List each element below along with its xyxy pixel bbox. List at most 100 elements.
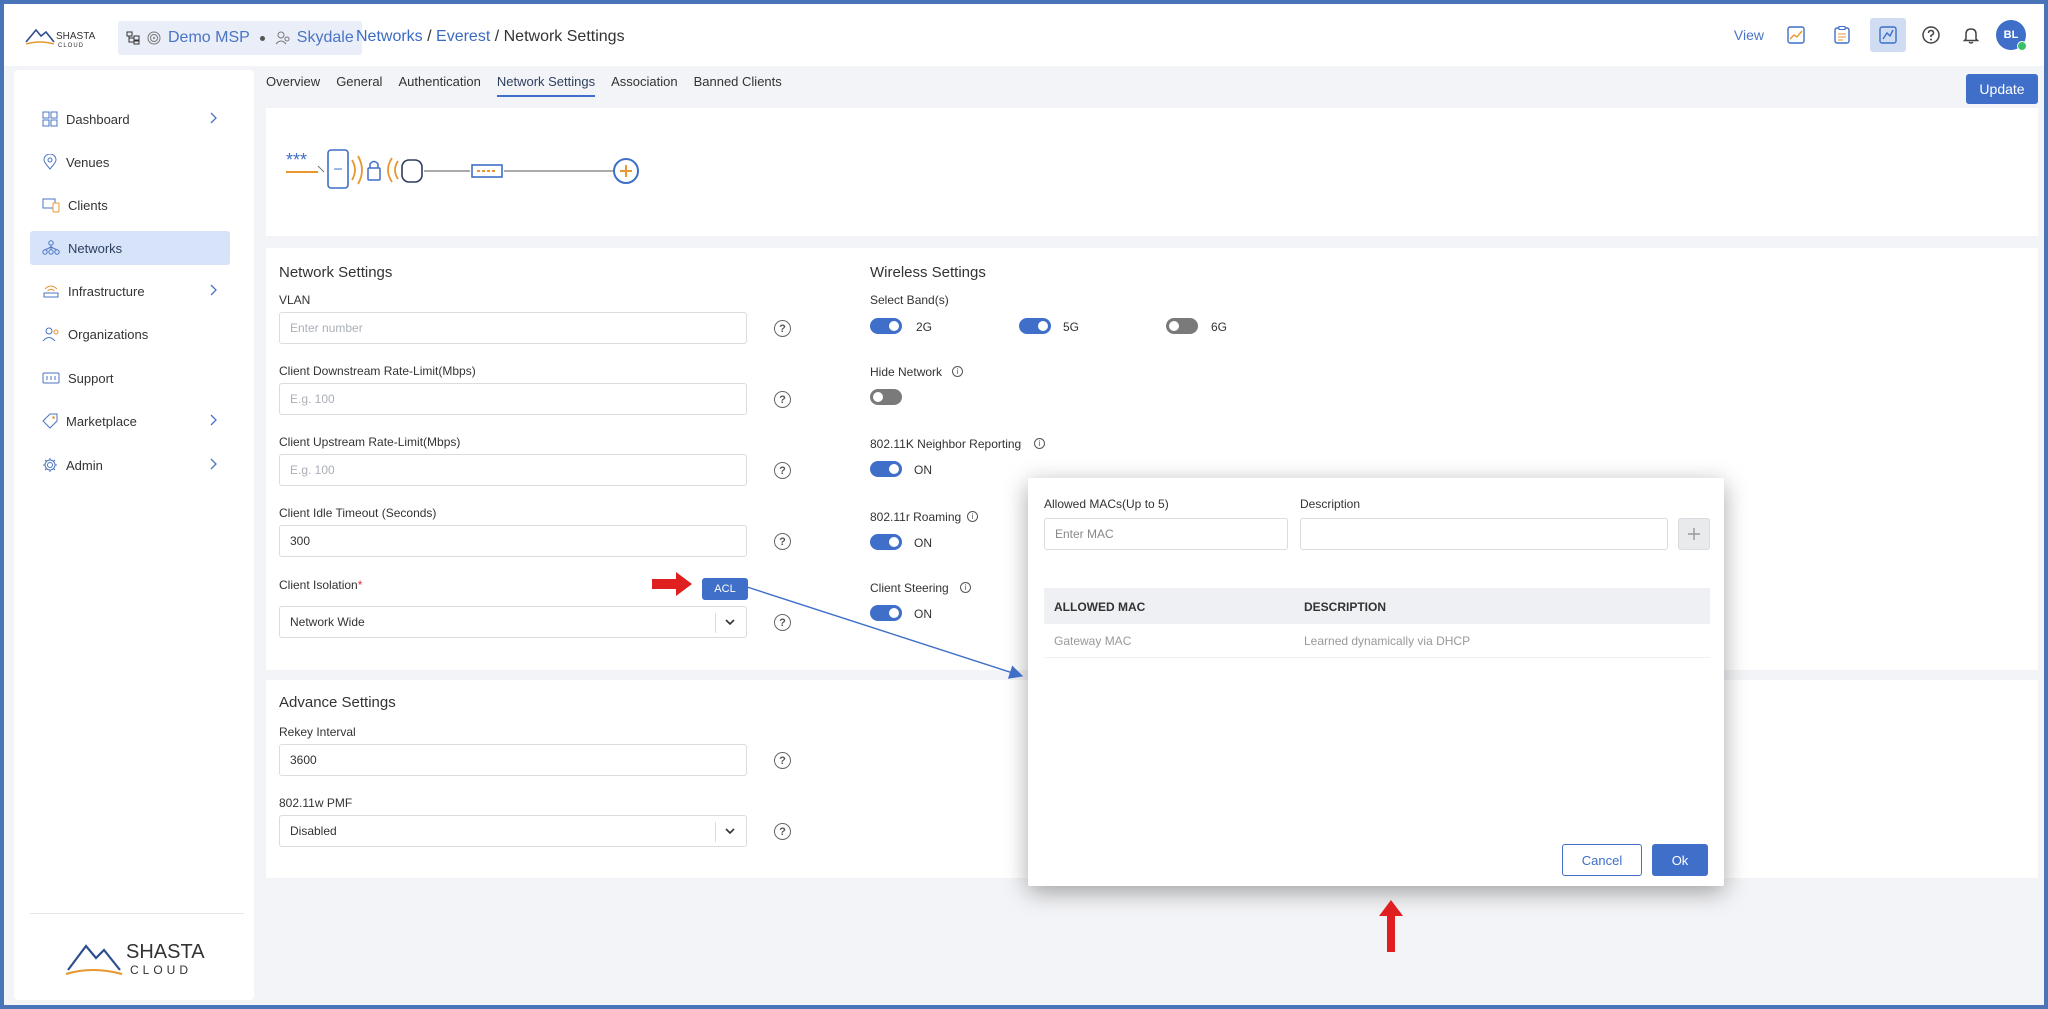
sidebar-item-support[interactable]: Support xyxy=(30,361,230,395)
shasta-cloud-logo[interactable]: SHASTA CLOUD xyxy=(24,22,104,50)
tab-general[interactable]: General xyxy=(336,74,382,97)
select-divider xyxy=(715,822,716,842)
context-selector[interactable]: Demo MSP Skydale xyxy=(118,21,362,55)
help-icon[interactable]: ? xyxy=(774,752,791,769)
rekey-input[interactable]: 3600 xyxy=(279,744,747,776)
view-label: View xyxy=(1733,27,1764,43)
shasta-cloud-logo: SHASTA CLOUD xyxy=(65,941,205,977)
roaming-state: ON xyxy=(914,536,932,550)
band-5g-toggle[interactable] xyxy=(1019,318,1051,334)
acl-button[interactable]: ACL xyxy=(702,578,748,600)
select-bands-label: Select Band(s) xyxy=(870,293,949,307)
sidebar-item-admin[interactable]: Admin xyxy=(30,448,230,482)
help-icon[interactable]: ? xyxy=(774,391,791,408)
separator-dot xyxy=(259,35,265,41)
tab-banned-clients[interactable]: Banned Clients xyxy=(694,74,782,97)
logo-text-top: SHASTA xyxy=(56,31,96,42)
view-finance-button[interactable] xyxy=(1778,18,1814,52)
cancel-button[interactable]: Cancel xyxy=(1562,844,1642,876)
downstream-input[interactable]: E.g. 100 xyxy=(279,383,747,415)
advance-settings-title: Advance Settings xyxy=(279,694,396,711)
help-icon[interactable]: ? xyxy=(774,320,791,337)
description-input[interactable] xyxy=(1300,518,1668,550)
client-isolation-value: Network Wide xyxy=(290,615,365,629)
help-icon[interactable]: ? xyxy=(774,462,791,479)
pmf-value: Disabled xyxy=(290,824,337,838)
sidebar: Dashboard Venues Clients Networks Infras… xyxy=(14,70,254,1000)
add-mac-button[interactable] xyxy=(1678,518,1710,550)
sidebar-item-clients[interactable]: Clients xyxy=(30,188,230,222)
mac-table-header: ALLOWED MAC DESCRIPTION xyxy=(1044,588,1710,624)
rekey-label: Rekey Interval xyxy=(279,725,356,739)
neighbor-reporting-toggle[interactable] xyxy=(870,461,902,477)
client-isolation-select[interactable]: Network Wide xyxy=(279,606,747,638)
vlan-input[interactable]: Enter number xyxy=(279,312,747,344)
access-point-icon xyxy=(401,159,423,183)
chevron-down-icon xyxy=(725,619,735,626)
description-label: Description xyxy=(1300,497,1361,511)
help-button[interactable] xyxy=(1916,20,1946,50)
sidebar-item-dashboard[interactable]: Dashboard xyxy=(30,102,230,136)
sidebar-item-marketplace[interactable]: Marketplace xyxy=(30,404,230,438)
roaming-toggle[interactable] xyxy=(870,534,902,550)
org-name[interactable]: Skydale xyxy=(297,29,354,47)
client-steering-state: ON xyxy=(914,607,932,621)
select-divider xyxy=(715,613,716,633)
sidebar-item-label: Venues xyxy=(66,154,110,170)
hide-network-toggle[interactable] xyxy=(870,389,902,405)
view-network-button[interactable] xyxy=(1870,18,1906,52)
ok-button[interactable]: Ok xyxy=(1652,844,1708,876)
view-report-button[interactable] xyxy=(1824,18,1860,52)
sidebar-item-venues[interactable]: Venues xyxy=(30,145,230,179)
upstream-input[interactable]: E.g. 100 xyxy=(279,454,747,486)
mac-input[interactable]: Enter MAC xyxy=(1044,518,1288,550)
sidebar-item-label: Infrastructure xyxy=(68,283,145,299)
sidebar-item-infrastructure[interactable]: Infrastructure xyxy=(30,274,230,308)
connection-diagram: *** xyxy=(286,149,639,189)
tab-network-settings[interactable]: Network Settings xyxy=(496,74,596,97)
help-icon[interactable]: ? xyxy=(774,533,791,550)
table-row[interactable]: Gateway MAC Learned dynamically via DHCP xyxy=(1044,624,1710,658)
idle-timeout-input[interactable]: 300 xyxy=(279,525,747,557)
clipboard-chart-icon xyxy=(1834,26,1850,44)
msp-name[interactable]: Demo MSP xyxy=(168,29,250,47)
info-icon[interactable]: i xyxy=(952,366,963,377)
info-icon[interactable]: i xyxy=(960,582,971,593)
neighbor-reporting-label: 802.11K Neighbor Reporting xyxy=(870,437,1022,451)
breadcrumb-everest[interactable]: Everest xyxy=(436,28,490,45)
tab-overview[interactable]: Overview xyxy=(266,74,320,97)
logo-text-bottom: CLOUD xyxy=(58,43,84,49)
info-icon[interactable]: i xyxy=(1034,438,1045,449)
notifications-button[interactable] xyxy=(1956,20,1986,50)
header-actions: View BL xyxy=(1733,18,2027,52)
info-icon[interactable]: i xyxy=(967,511,978,522)
client-steering-toggle[interactable] xyxy=(870,605,902,621)
org-tree-icon xyxy=(126,31,140,45)
row-description: Learned dynamically via DHCP xyxy=(1304,634,1471,648)
sidebar-item-label: Admin xyxy=(66,457,103,473)
top-bar: SHASTA CLOUD Demo MSP Skydale Networks /… xyxy=(4,4,2044,66)
help-icon[interactable]: ? xyxy=(774,823,791,840)
pmf-select[interactable]: Disabled xyxy=(279,815,747,847)
gear-icon xyxy=(43,458,57,472)
required-mark: * xyxy=(357,578,363,592)
tab-association[interactable]: Association xyxy=(611,74,677,97)
acl-modal: Allowed MACs(Up to 5) Enter MAC Descript… xyxy=(1028,478,1724,886)
tab-authentication[interactable]: Authentication xyxy=(398,74,480,97)
update-button[interactable]: Update xyxy=(1966,74,2038,104)
chevron-right-icon xyxy=(210,414,217,426)
sidebar-item-networks[interactable]: Networks xyxy=(30,231,230,265)
devices-icon xyxy=(42,198,60,213)
tag-icon xyxy=(42,413,58,429)
row-mac: Gateway MAC xyxy=(1054,634,1132,648)
user-avatar[interactable]: BL xyxy=(1996,20,2027,51)
breadcrumb-separator: / xyxy=(427,28,437,45)
fingerprint-icon xyxy=(147,31,161,45)
band-2g-toggle[interactable] xyxy=(870,318,902,334)
breadcrumb-networks[interactable]: Networks xyxy=(356,28,423,45)
sidebar-item-organizations[interactable]: Organizations xyxy=(30,317,230,351)
band-6g-toggle[interactable] xyxy=(1166,318,1198,334)
sidebar-item-label: Clients xyxy=(68,197,108,213)
help-icon[interactable]: ? xyxy=(774,614,791,631)
tab-bar: Overview General Authentication Network … xyxy=(266,74,798,97)
